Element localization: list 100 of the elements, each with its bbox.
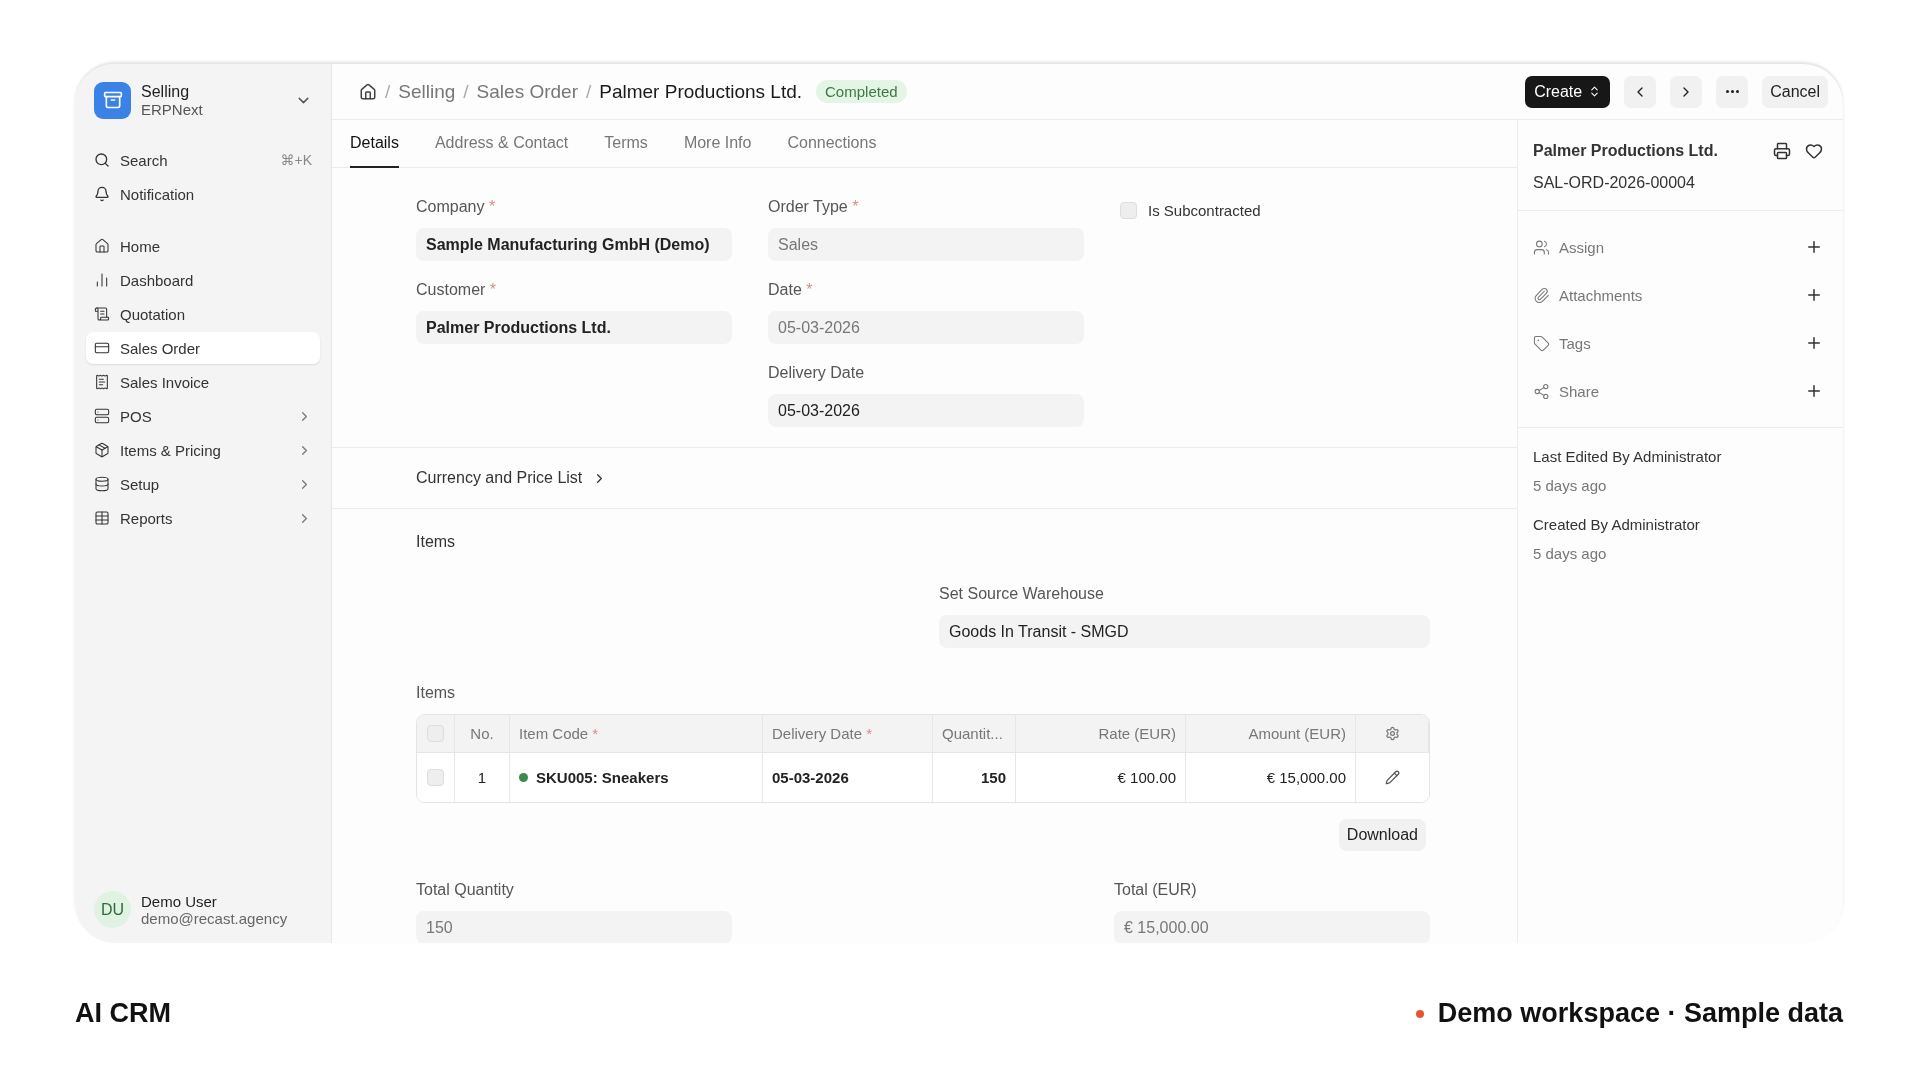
table-cell: 05-03-2026 [772,769,849,786]
download-button[interactable]: Download [1338,819,1426,851]
workspace-subtitle: ERPNext [141,100,204,118]
field-label: Date * [768,281,814,299]
column-header: Delivery Date * [772,725,873,742]
panel-action[interactable]: Tags [1559,334,1796,352]
settings-icon[interactable] [1384,726,1400,741]
print-icon[interactable] [1773,142,1791,160]
home-icon[interactable] [359,82,377,101]
input-field[interactable]: Sample Manufacturing GmbH (Demo) [416,228,732,261]
table-cell: SKU005: Sneakers [536,769,669,786]
field-label: Set Source Warehouse [939,585,1105,603]
checkbox[interactable] [1120,202,1137,219]
tab[interactable]: Address & Contact [434,120,569,168]
heart-icon[interactable] [1805,142,1823,160]
breadcrumb-separator: / [385,80,391,103]
bell-icon [94,186,110,202]
nav-icon [94,476,110,492]
breadcrumb-link[interactable]: Selling [398,80,456,103]
sidebar-item[interactable]: Items & Pricing [86,434,320,466]
column-header: Item Code * [519,725,599,742]
section-title: Items [416,533,457,551]
breadcrumb-separator: / [463,80,469,103]
more-button[interactable] [1716,75,1749,108]
field-label: Total Quantity [416,881,515,899]
cancel-button[interactable]: Cancel [1762,75,1828,108]
nav-icon [94,238,110,254]
field-label: Company * [416,198,497,216]
input-field[interactable]: 05-03-2026 [768,311,1084,344]
brand-name: AI CRM [75,998,171,1029]
panel-action[interactable]: Assign [1559,238,1796,256]
plus-icon[interactable] [1805,334,1823,352]
sidebar-item[interactable]: Setup [86,468,320,500]
status-badge: Completed [816,80,907,103]
action-icon [1533,382,1550,400]
column-header: Rate (EUR) [1098,725,1176,742]
record-id: SAL-ORD-2026-00004 [1533,174,1696,192]
input-field[interactable]: Goods In Transit - SMGD [939,615,1430,648]
table-label: Items [416,684,457,702]
sidebar-item[interactable]: Quotation [86,298,320,330]
table-cell: € 15,000.00 [1266,769,1346,786]
column-header: No. [470,725,494,742]
create-button[interactable]: Create [1525,75,1611,108]
user-email: demo@recast.agency [141,909,288,927]
tab[interactable]: Terms [604,120,648,168]
sidebar-item[interactable]: Sales Order [86,332,320,364]
nav-icon [94,272,110,288]
sidebar-item[interactable]: Reports [86,502,320,534]
tab[interactable]: Details [350,120,399,168]
edit-icon[interactable] [1385,770,1400,785]
field-label: Total (EUR) [1114,881,1198,899]
column-header: Quantit... [942,725,1003,742]
table-cell: 150 [980,769,1006,786]
field-label: Customer * [416,281,498,299]
sidebar-utility[interactable]: Notification [86,178,320,210]
action-icon [1533,238,1550,256]
previous-button[interactable] [1624,75,1657,108]
workspace-note: Demo workspace · Sample data [1437,998,1843,1029]
plus-icon[interactable] [1805,238,1823,256]
action-icon [1533,286,1550,304]
breadcrumb-separator: / [586,80,592,103]
input-field[interactable]: 05-03-2026 [768,394,1084,427]
tab[interactable]: Connections [787,120,877,168]
row-checkbox[interactable] [427,769,444,786]
sidebar-item[interactable]: POS [86,400,320,432]
activity-time: 5 days ago [1533,477,1608,494]
sidebar-item[interactable]: Home [86,230,320,262]
breadcrumb-link[interactable]: Sales Order [476,80,578,103]
input-field[interactable]: Sales [768,228,1084,261]
nav-icon [94,442,110,458]
activity-text: Last Edited By Administrator [1533,448,1723,465]
column-header: Amount (EUR) [1248,725,1346,742]
panel-action[interactable]: Share [1559,382,1796,400]
section-toggle[interactable]: Currency and Price List [416,448,608,508]
record-title: Palmer Productions Ltd. [1533,142,1719,160]
sidebar-item[interactable]: Dashboard [86,264,320,296]
ellipsis-icon [1725,90,1739,93]
activity-time: 5 days ago [1533,545,1608,562]
nav-icon [94,408,110,424]
tab[interactable]: More Info [683,120,752,168]
nav-icon [94,306,110,322]
action-icon [1533,334,1550,352]
nav-icon [94,510,110,526]
input-field[interactable]: Palmer Productions Ltd. [416,311,732,344]
checkbox-label: Is Subcontracted [1148,202,1261,219]
plus-icon[interactable] [1805,382,1823,400]
status-dot [1415,1009,1424,1018]
workspace-title: Selling [141,82,191,101]
user-avatar: DU [94,891,131,928]
sidebar-utility[interactable]: Search ⌘+K [86,144,320,176]
panel-action[interactable]: Attachments [1559,286,1796,304]
plus-icon[interactable] [1805,286,1823,304]
next-button[interactable] [1670,75,1703,108]
page-title: Palmer Productions Ltd. [599,80,803,103]
input-field[interactable]: 150 [416,911,732,943]
sidebar-item[interactable]: Sales Invoice [86,366,320,398]
input-field[interactable]: € 15,000.00 [1114,911,1430,943]
search-icon [94,152,110,168]
user-name: Demo User [141,892,218,910]
table-cell: 1 [477,769,487,786]
